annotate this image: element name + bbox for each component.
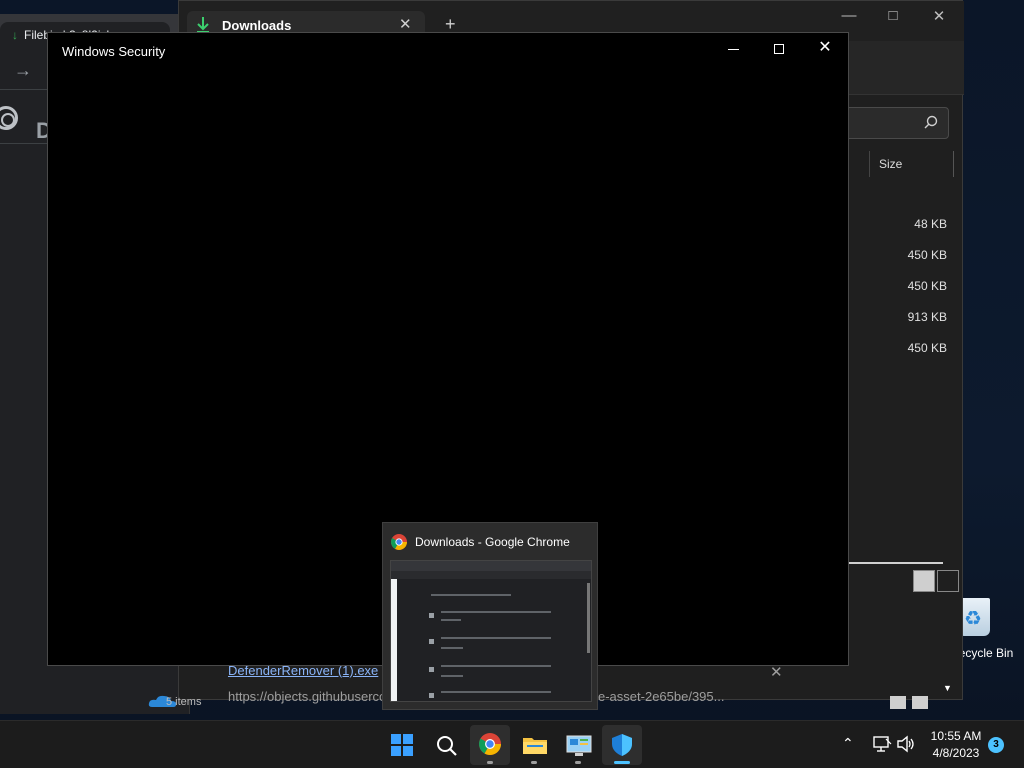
minimize-button[interactable] [710,39,756,61]
forward-arrow-icon[interactable]: → [14,60,32,81]
file-size-cell: 913 KB [907,310,947,324]
active-indicator [614,761,630,764]
minimize-icon [728,49,739,50]
details-view-icon[interactable] [890,696,906,709]
preview-screenshot [390,560,592,702]
taskbar-control-panel-button[interactable] [558,725,598,765]
downloads-tab-title: Downloads [222,18,292,33]
network-icon[interactable] [872,735,892,753]
download-source-url: https://objects.githubuserco [228,689,387,704]
search-icon [924,115,938,129]
preview-view-icon[interactable] [912,696,928,709]
taskbar-windows-security-button[interactable] [602,725,642,765]
folder-icon [523,738,547,754]
clock-time[interactable]: 10:55 AM [928,729,984,743]
preview-title: Downloads - Google Chrome [415,535,570,549]
file-size-cell: 450 KB [907,279,947,293]
column-separator[interactable] [869,151,870,177]
close-button[interactable]: ✕ [802,37,848,59]
taskbar-chrome-button[interactable] [470,725,510,765]
taskbar: ⌃ 10:55 AM 4/8/2023 3 [0,720,1024,768]
chrome-icon [479,733,501,755]
running-indicator [487,761,493,764]
clock-date[interactable]: 4/8/2023 [928,746,984,760]
volume-icon[interactable] [896,735,916,753]
download-arrow-icon: ↓ [12,28,18,42]
taskbar-thumbnail-preview[interactable]: Downloads - Google Chrome [382,522,598,710]
shield-icon [612,734,632,756]
chevron-up-icon[interactable]: ⌃ [842,735,854,752]
file-size-cell: 450 KB [907,248,947,262]
tiles-view-icon[interactable] [937,570,959,592]
notification-badge[interactable]: 3 [988,737,1004,753]
minimize-icon[interactable]: — [839,7,859,24]
control-panel-icon [566,735,592,756]
close-icon: ✕ [818,39,832,56]
file-size-cell: 450 KB [907,341,947,355]
file-size-cell: 48 KB [914,217,947,231]
taskbar-file-explorer-button[interactable] [514,725,554,765]
chrome-icon [391,534,407,550]
maximize-icon[interactable]: □ [883,7,903,24]
start-button[interactable] [382,725,422,765]
running-indicator [531,761,537,764]
column-header-size[interactable]: Size [879,157,902,171]
close-window-icon[interactable]: ✕ [929,7,949,25]
search-icon [437,736,457,756]
scroll-down-arrow-icon[interactable]: ▼ [943,683,952,693]
running-indicator [575,761,581,764]
column-separator[interactable] [953,151,954,177]
details-view-icon[interactable] [913,570,935,592]
search-button[interactable] [426,725,466,765]
window-title: Windows Security [62,44,166,59]
maximize-button[interactable] [756,39,802,61]
maximize-icon [774,44,784,54]
close-tab-icon[interactable]: ✕ [399,15,412,33]
download-source-url-tail: e-asset-2e65be/395... [598,689,725,704]
item-count: 5 items [166,696,202,708]
